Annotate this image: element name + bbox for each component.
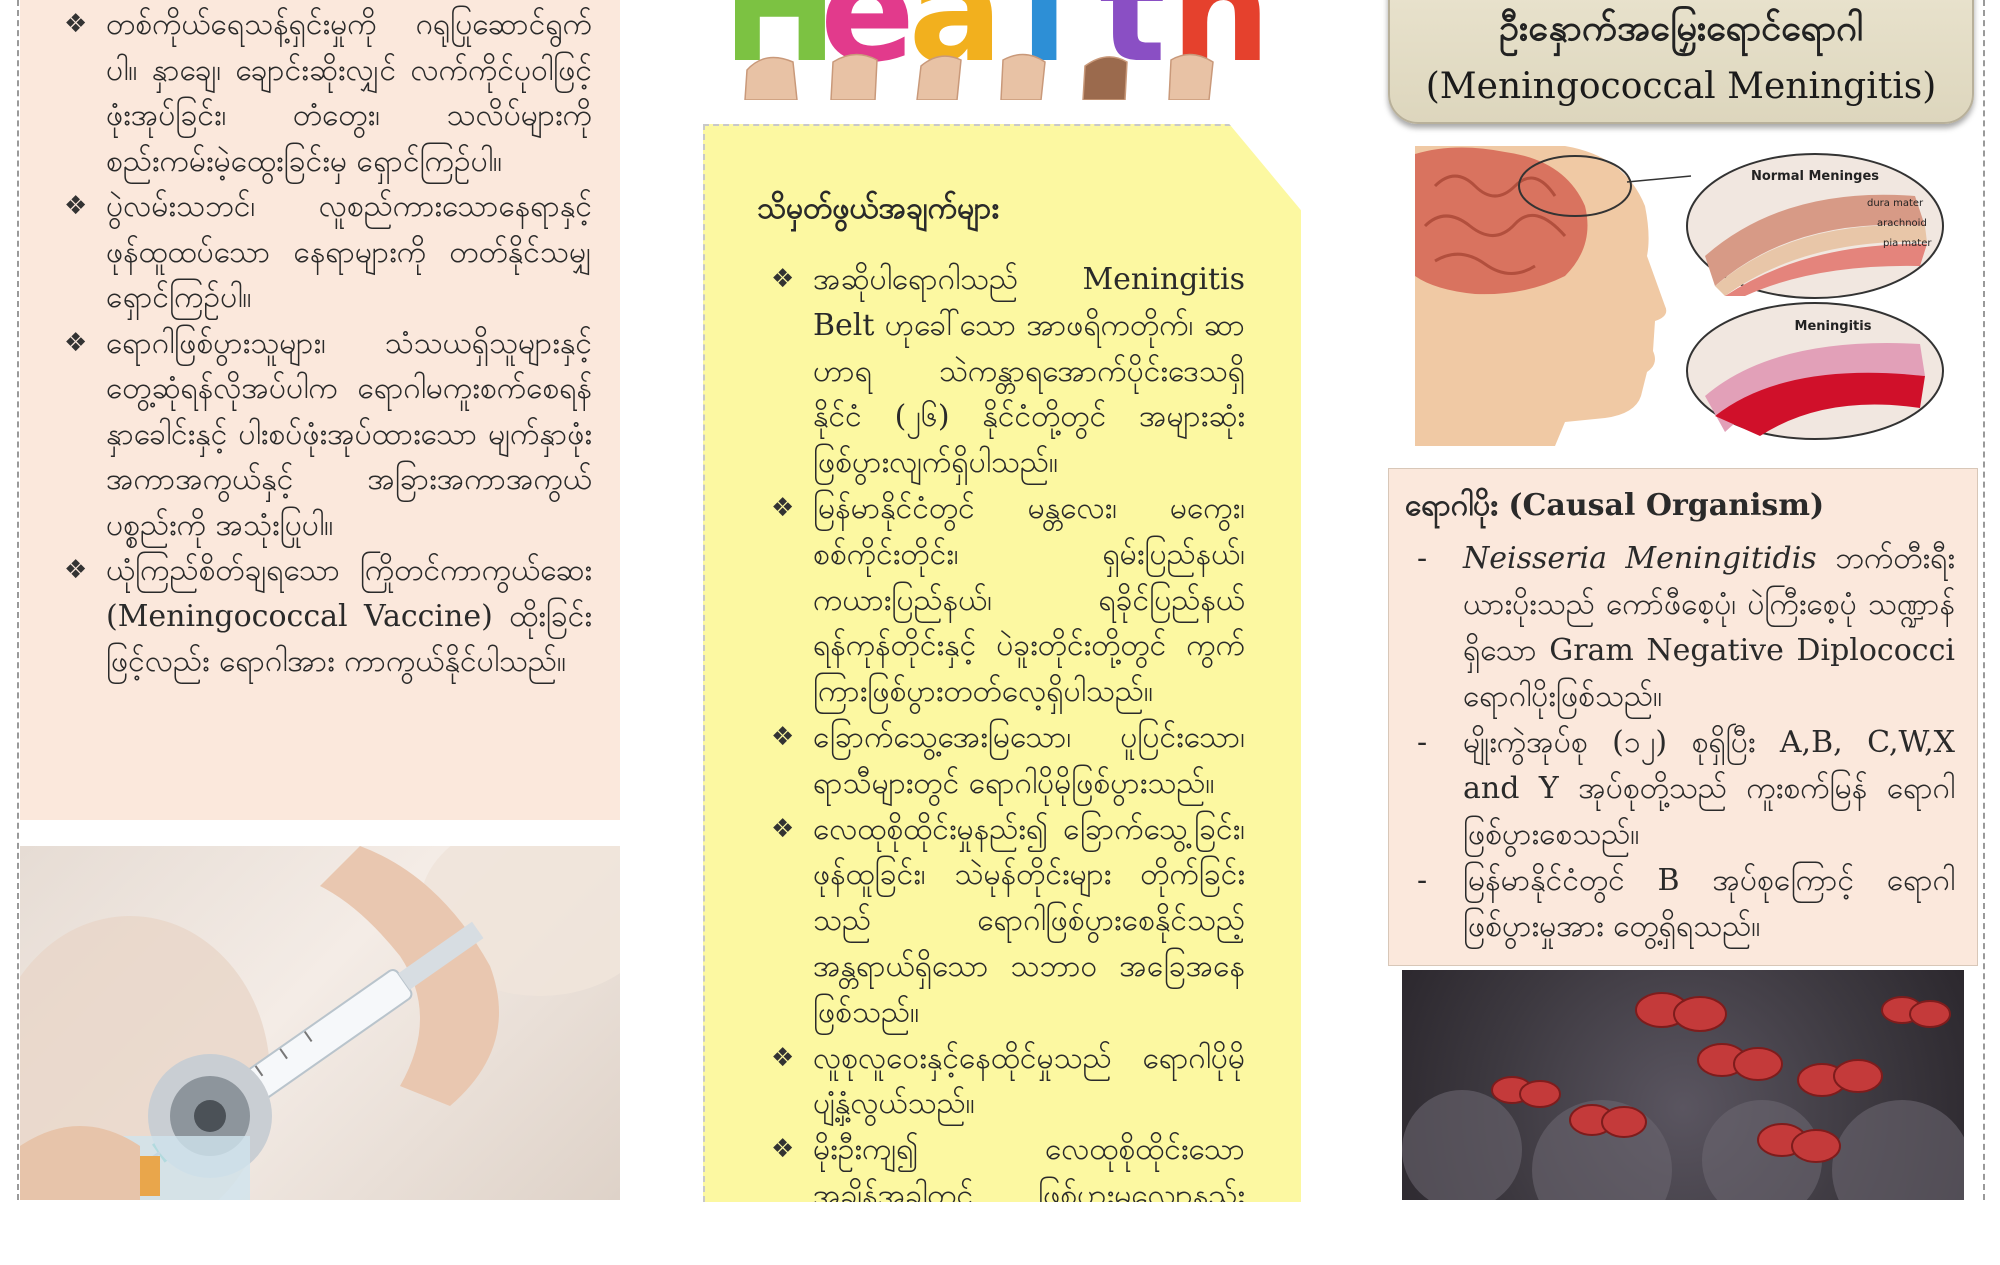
bacteria-photo: [1402, 970, 1964, 1200]
diamond-bullet-icon: ❖: [771, 1134, 795, 1165]
key-facts-heading: သိမှတ်ဖွယ်အချက်များ: [757, 191, 999, 226]
list-item: ❖ လူစုလူဝေးနှင့်နေထိုင်မှုသည် ရောဂါပိုမို…: [757, 1036, 1245, 1128]
list-item: - မျိုးကွဲအုပ်စု (၁၂) စုရှိပြီး A,B, C,W,…: [1417, 725, 1955, 852]
prevention-list: ❖ တစ်ကိုယ်ရေသန့်ရှင်းမှုကို ဂရုပြုဆောင်ရွ…: [20, 0, 620, 685]
label-normal-meninges: Normal Meninges: [1751, 169, 1879, 184]
diamond-bullet-icon: ❖: [64, 9, 88, 39]
key-facts-panel: သိမှတ်ဖွယ်အချက်များ ❖ အဆိုပါရောဂါသည် Meni…: [703, 124, 1301, 1202]
page-title-english: (Meningococcal Meningitis): [1425, 66, 1937, 107]
causal-organism-list: - Neisseria Meningitidis ဘက်တီးရီးယားပိုး…: [1405, 536, 1955, 950]
diamond-bullet-icon: ❖: [771, 492, 795, 523]
label-dura-mater: dura mater: [1867, 198, 1924, 209]
prevention-panel: ❖ တစ်ကိုယ်ရေသန့်ရှင်းမှုကို ဂရုပြုဆောင်ရွ…: [20, 0, 620, 820]
causal-organism-heading: ရောဂါပိုး (Causal Organism): [1405, 488, 1825, 523]
key-facts-list: ❖ အဆိုပါရောဂါသည် Meningitis Belt ဟုခေါ်သေ…: [705, 233, 1301, 1202]
list-item: ❖ ပွဲလမ်းသဘင်၊ လူစည်ကားသောနေရာနှင့် ဖုန်ထ…: [50, 184, 592, 321]
list-item: - Neisseria Meningitidis ဘက်တီးရီးယားပိုး…: [1417, 541, 1955, 714]
diamond-bullet-icon: ❖: [64, 327, 88, 358]
label-arachnoid: arachnoid: [1877, 218, 1927, 229]
diamond-bullet-icon: ❖: [771, 721, 795, 752]
health-banner-image: Health: [735, 0, 1265, 100]
list-item: ❖ တစ်ကိုယ်ရေသန့်ရှင်းမှုကို ဂရုပြုဆောင်ရွ…: [50, 2, 592, 184]
diamond-bullet-icon: ❖: [771, 813, 795, 844]
diamond-bullet-icon: ❖: [771, 1042, 795, 1073]
list-item: ❖ ရောဂါဖြစ်ပွားသူများ၊ သံသယရှိသူများနှင့်…: [50, 321, 592, 549]
page-left-fold: [17, 0, 19, 1200]
label-pia-mater: pia mater: [1883, 238, 1932, 249]
list-item: - မြန်မာနိုင်ငံတွင် B အုပ်စုကြောင့် ရောဂါ…: [1417, 863, 1955, 944]
list-item: ❖ ခြောက်သွေ့အေးမြသော၊ ပူပြင်းသော၊ ရာသီမျာ…: [757, 715, 1245, 807]
page-title-myanmar: ဦးနှောက်အမြှေးရောင်ရောဂါ: [1499, 8, 1863, 49]
list-item: ❖ လေထုစိုထိုင်းမှုနည်း၍ ခြောက်သွေ့ခြင်း၊ …: [757, 807, 1245, 1036]
list-item: ❖ မိုးဦးကျ၍ လေထုစိုထိုင်းသော အချိန်အခါတွင…: [757, 1127, 1245, 1202]
diamond-bullet-icon: ❖: [64, 191, 88, 221]
causal-organism-panel: ရောဂါပိုး (Causal Organism) - Neisseria M…: [1388, 468, 1978, 966]
meninges-illustration: Normal Meninges dura mater arachnoid pia…: [1415, 146, 1947, 446]
list-item: ❖ မြန်မာနိုင်ငံတွင် မန္တလေး၊ မကွေး၊ စစ်ကိ…: [757, 486, 1245, 715]
list-item: ❖ အဆိုပါရောဂါသည် Meningitis Belt ဟုခေါ်သေ…: [757, 257, 1245, 486]
list-item: ❖ ယုံကြည်စိတ်ချရသော ကြိုတင်ကာကွယ်ဆေး (Men…: [50, 548, 592, 685]
title-banner: ဦးနှောက်အမြှေးရောင်ရောဂါ (Meningococcal …: [1388, 0, 1974, 124]
diamond-bullet-icon: ❖: [771, 264, 795, 294]
label-meningitis: Meningitis: [1795, 319, 1872, 334]
diamond-bullet-icon: ❖: [64, 555, 88, 585]
page-right-fold: [1983, 0, 1985, 1200]
vaccine-syringe-photo: [20, 846, 620, 1200]
